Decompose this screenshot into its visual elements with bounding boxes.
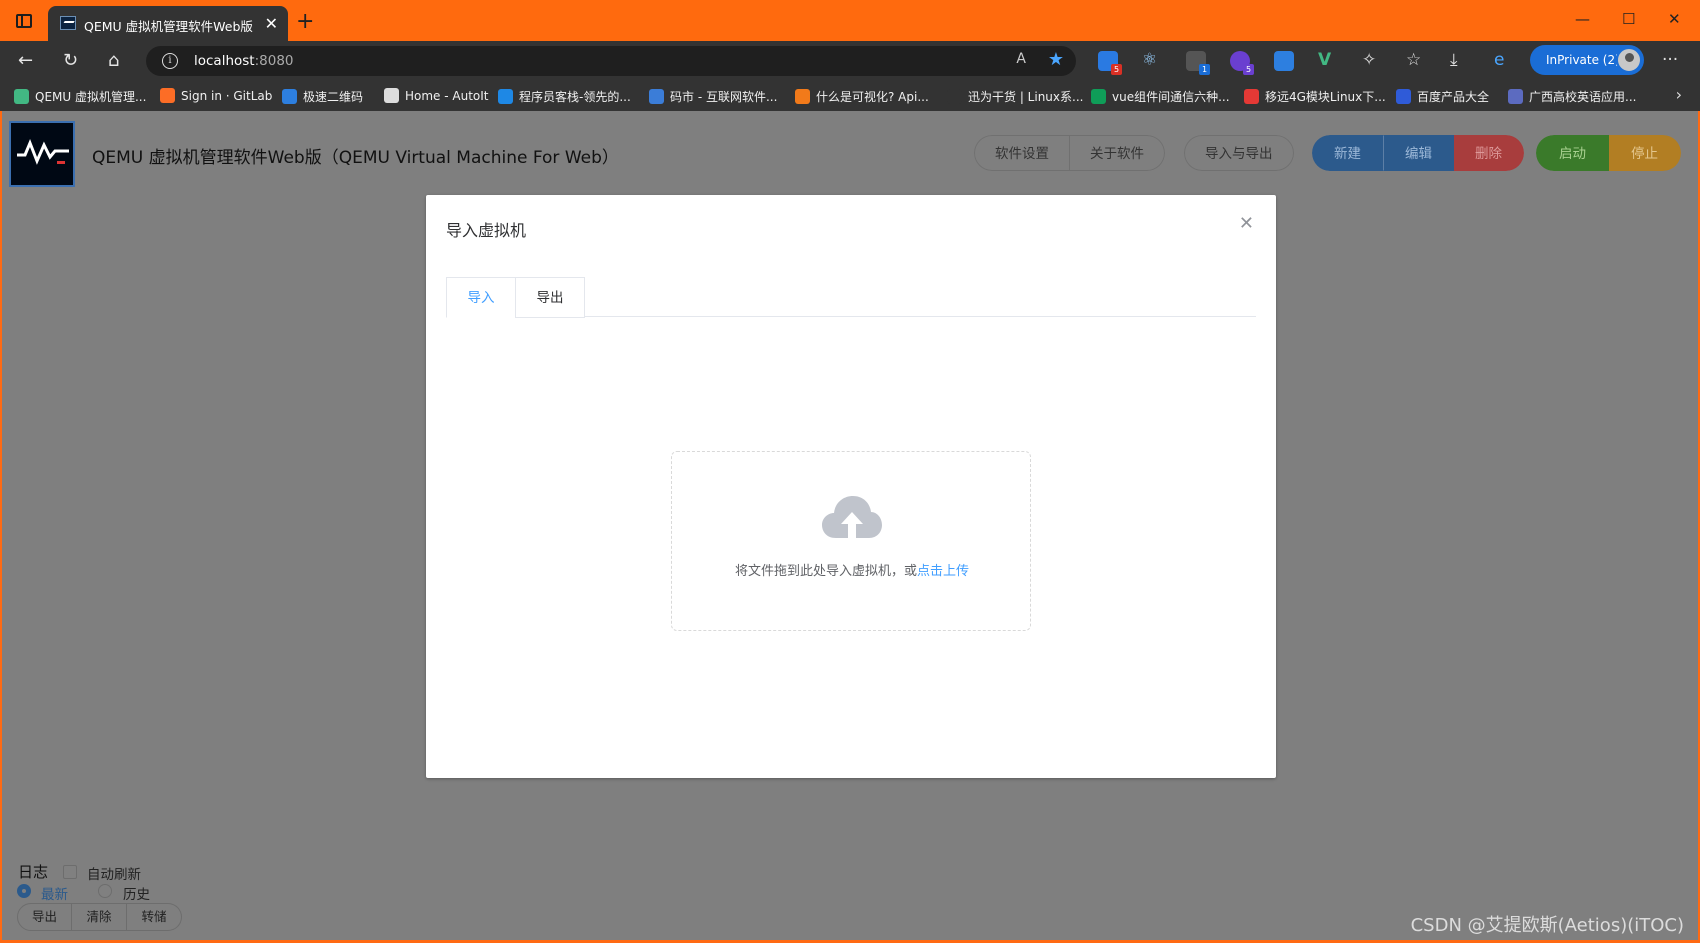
dialog-tabs: 导入 导出 xyxy=(446,277,1256,318)
bookmark-item[interactable]: 百度产品大全 xyxy=(1396,88,1489,105)
extension-icon[interactable]: 5 xyxy=(1230,51,1254,75)
more-bookmarks-icon[interactable]: › xyxy=(1676,85,1682,104)
click-upload-link[interactable]: 点击上传 xyxy=(917,564,969,579)
favorite-star-icon[interactable]: ★ xyxy=(1048,49,1064,70)
tab-import[interactable]: 导入 xyxy=(446,277,516,318)
close-window-button[interactable]: ✕ xyxy=(1668,10,1681,28)
inprivate-profile-button[interactable]: InPrivate (2) xyxy=(1530,45,1644,75)
address-bar[interactable]: i localhost:8080 A ★ xyxy=(146,46,1076,76)
bookmark-item[interactable]: 广西高校英语应用... xyxy=(1508,88,1636,105)
more-menu-icon[interactable]: ··· xyxy=(1662,50,1678,70)
settings-button-group: 软件设置 关于软件 xyxy=(974,135,1165,171)
tab-export[interactable]: 导出 xyxy=(515,277,585,318)
log-export-button[interactable]: 导出 xyxy=(17,903,72,931)
radio-latest[interactable] xyxy=(17,884,31,898)
extension-icon[interactable]: 1 xyxy=(1186,51,1210,75)
extensions-puzzle-icon[interactable]: ✧ xyxy=(1362,50,1376,70)
import-export-button[interactable]: 导入与导出 xyxy=(1184,135,1294,171)
bookmark-item[interactable]: Home - AutoIt xyxy=(384,88,489,103)
vm-edit-button-group: 新建 编辑 删除 xyxy=(1312,135,1524,171)
import-vm-dialog: 导入虚拟机 ✕ 导入 导出 将文件拖到此处导入虚拟机，或点击上传 xyxy=(426,195,1276,778)
read-aloud-icon[interactable]: A xyxy=(1016,51,1026,67)
upload-dropzone[interactable]: 将文件拖到此处导入虚拟机，或点击上传 xyxy=(671,451,1031,631)
site-info-icon[interactable]: i xyxy=(162,53,178,69)
vue-devtools-icon[interactable]: V xyxy=(1318,50,1331,70)
refresh-icon[interactable]: ↻ xyxy=(63,50,78,71)
start-vm-button[interactable]: 启动 xyxy=(1536,135,1609,171)
radio-history-label[interactable]: 历史 xyxy=(123,883,150,903)
log-title: 日志 xyxy=(18,863,49,881)
bookmark-item[interactable]: 什么是可视化? Api... xyxy=(795,88,929,105)
delete-vm-button[interactable]: 删除 xyxy=(1454,135,1524,171)
window-border xyxy=(0,111,2,943)
log-clear-button[interactable]: 清除 xyxy=(72,903,127,931)
url-text[interactable]: localhost:8080 xyxy=(194,53,294,69)
react-devtools-icon[interactable]: ⚛ xyxy=(1142,50,1157,70)
bookmark-favicon-icon xyxy=(947,89,962,104)
browser-tab[interactable]: QEMU 虚拟机管理软件Web版（QEMU Virtual Machine Fo… xyxy=(48,6,288,41)
bookmark-item[interactable]: 迅为干货 | Linux系... xyxy=(947,88,1083,105)
auto-refresh-checkbox[interactable] xyxy=(63,865,77,879)
bookmark-item[interactable]: 移远4G模块Linux下... xyxy=(1244,88,1386,105)
bookmark-item[interactable]: 极速二维码 xyxy=(282,88,363,105)
bookmark-favicon-icon xyxy=(384,88,399,103)
bookmark-favicon-icon xyxy=(1508,89,1523,104)
maximize-window-button[interactable]: ☐ xyxy=(1622,10,1635,28)
extension-badge: 5 xyxy=(1111,64,1122,75)
bookmark-item[interactable]: 码市 - 互联网软件... xyxy=(649,88,777,105)
import-export-group: 导入与导出 xyxy=(1184,135,1294,171)
bookmark-item[interactable]: vue组件间通信六种... xyxy=(1091,88,1230,105)
bookmark-favicon-icon xyxy=(498,89,513,104)
vm-run-button-group: 启动 停止 xyxy=(1536,135,1681,171)
log-dump-button[interactable]: 转储 xyxy=(127,903,182,931)
bookmarks-bar: QEMU 虚拟机管理... Sign in · GitLab 极速二维码 Hom… xyxy=(0,81,1700,111)
auto-refresh-label[interactable]: 自动刷新 xyxy=(87,863,141,883)
stop-vm-button[interactable]: 停止 xyxy=(1609,135,1681,171)
back-icon[interactable]: ← xyxy=(18,50,33,71)
bookmark-item[interactable]: QEMU 虚拟机管理... xyxy=(14,88,146,105)
profile-avatar xyxy=(1616,47,1642,73)
extension-badge: 5 xyxy=(1243,64,1254,75)
favorites-icon[interactable]: ☆ xyxy=(1406,50,1421,70)
bookmark-favicon-icon xyxy=(282,89,297,104)
browser-title-bar: QEMU 虚拟机管理软件Web版（QEMU Virtual Machine Fo… xyxy=(0,0,1700,41)
upload-cloud-icon xyxy=(822,496,882,538)
radio-latest-label[interactable]: 最新 xyxy=(41,883,68,903)
dialog-title: 导入虚拟机 xyxy=(446,221,527,240)
bookmark-item[interactable]: Sign in · GitLab xyxy=(160,88,272,103)
new-tab-button[interactable]: + xyxy=(296,9,314,34)
about-software-button[interactable]: 关于软件 xyxy=(1070,135,1165,171)
tab-title: QEMU 虚拟机管理软件Web版（QEMU Virtual Machine Fo… xyxy=(84,19,259,34)
bookmark-favicon-icon xyxy=(1091,89,1106,104)
software-settings-button[interactable]: 软件设置 xyxy=(974,135,1070,171)
upload-hint: 将文件拖到此处导入虚拟机，或点击上传 xyxy=(734,564,970,579)
bookmark-favicon-icon xyxy=(649,89,664,104)
edge-collections-icon[interactable]: e xyxy=(1494,50,1504,70)
bookmark-item[interactable]: 程序员客栈-领先的... xyxy=(498,88,631,105)
extension-icon[interactable]: 5 xyxy=(1098,51,1122,75)
app-title: QEMU 虚拟机管理软件Web版（QEMU Virtual Machine Fo… xyxy=(92,148,619,168)
inprivate-label: InPrivate (2) xyxy=(1546,53,1620,67)
watermark: CSDN @艾提欧斯(Aetios)(iTOC) xyxy=(1410,915,1684,936)
qr-extension-icon[interactable] xyxy=(1274,51,1294,71)
tab-close-icon[interactable]: ✕ xyxy=(265,14,278,33)
log-button-group: 导出 清除 转储 xyxy=(17,903,182,931)
bookmark-favicon-icon xyxy=(1244,89,1259,104)
sidebar-toggle-icon[interactable] xyxy=(16,14,32,28)
create-vm-button[interactable]: 新建 xyxy=(1312,135,1383,171)
browser-toolbar: ← ↻ ⌂ i localhost:8080 A ★ 5 ⚛ 1 5 V ✧ ☆… xyxy=(0,41,1700,81)
home-icon[interactable]: ⌂ xyxy=(108,50,119,71)
bookmark-favicon-icon xyxy=(160,88,175,103)
extension-badge: 1 xyxy=(1199,64,1210,75)
downloads-icon[interactable]: ⤓ xyxy=(1450,50,1458,70)
dialog-close-icon[interactable]: ✕ xyxy=(1239,213,1254,234)
edit-vm-button[interactable]: 编辑 xyxy=(1383,135,1454,171)
radio-history[interactable] xyxy=(98,884,112,898)
bookmark-favicon-icon xyxy=(1396,89,1411,104)
tab-favicon-icon xyxy=(60,16,76,30)
app-logo xyxy=(9,121,75,187)
bookmark-favicon-icon xyxy=(795,89,810,104)
bookmark-favicon-icon xyxy=(14,89,29,104)
minimize-window-button[interactable]: — xyxy=(1575,10,1590,28)
